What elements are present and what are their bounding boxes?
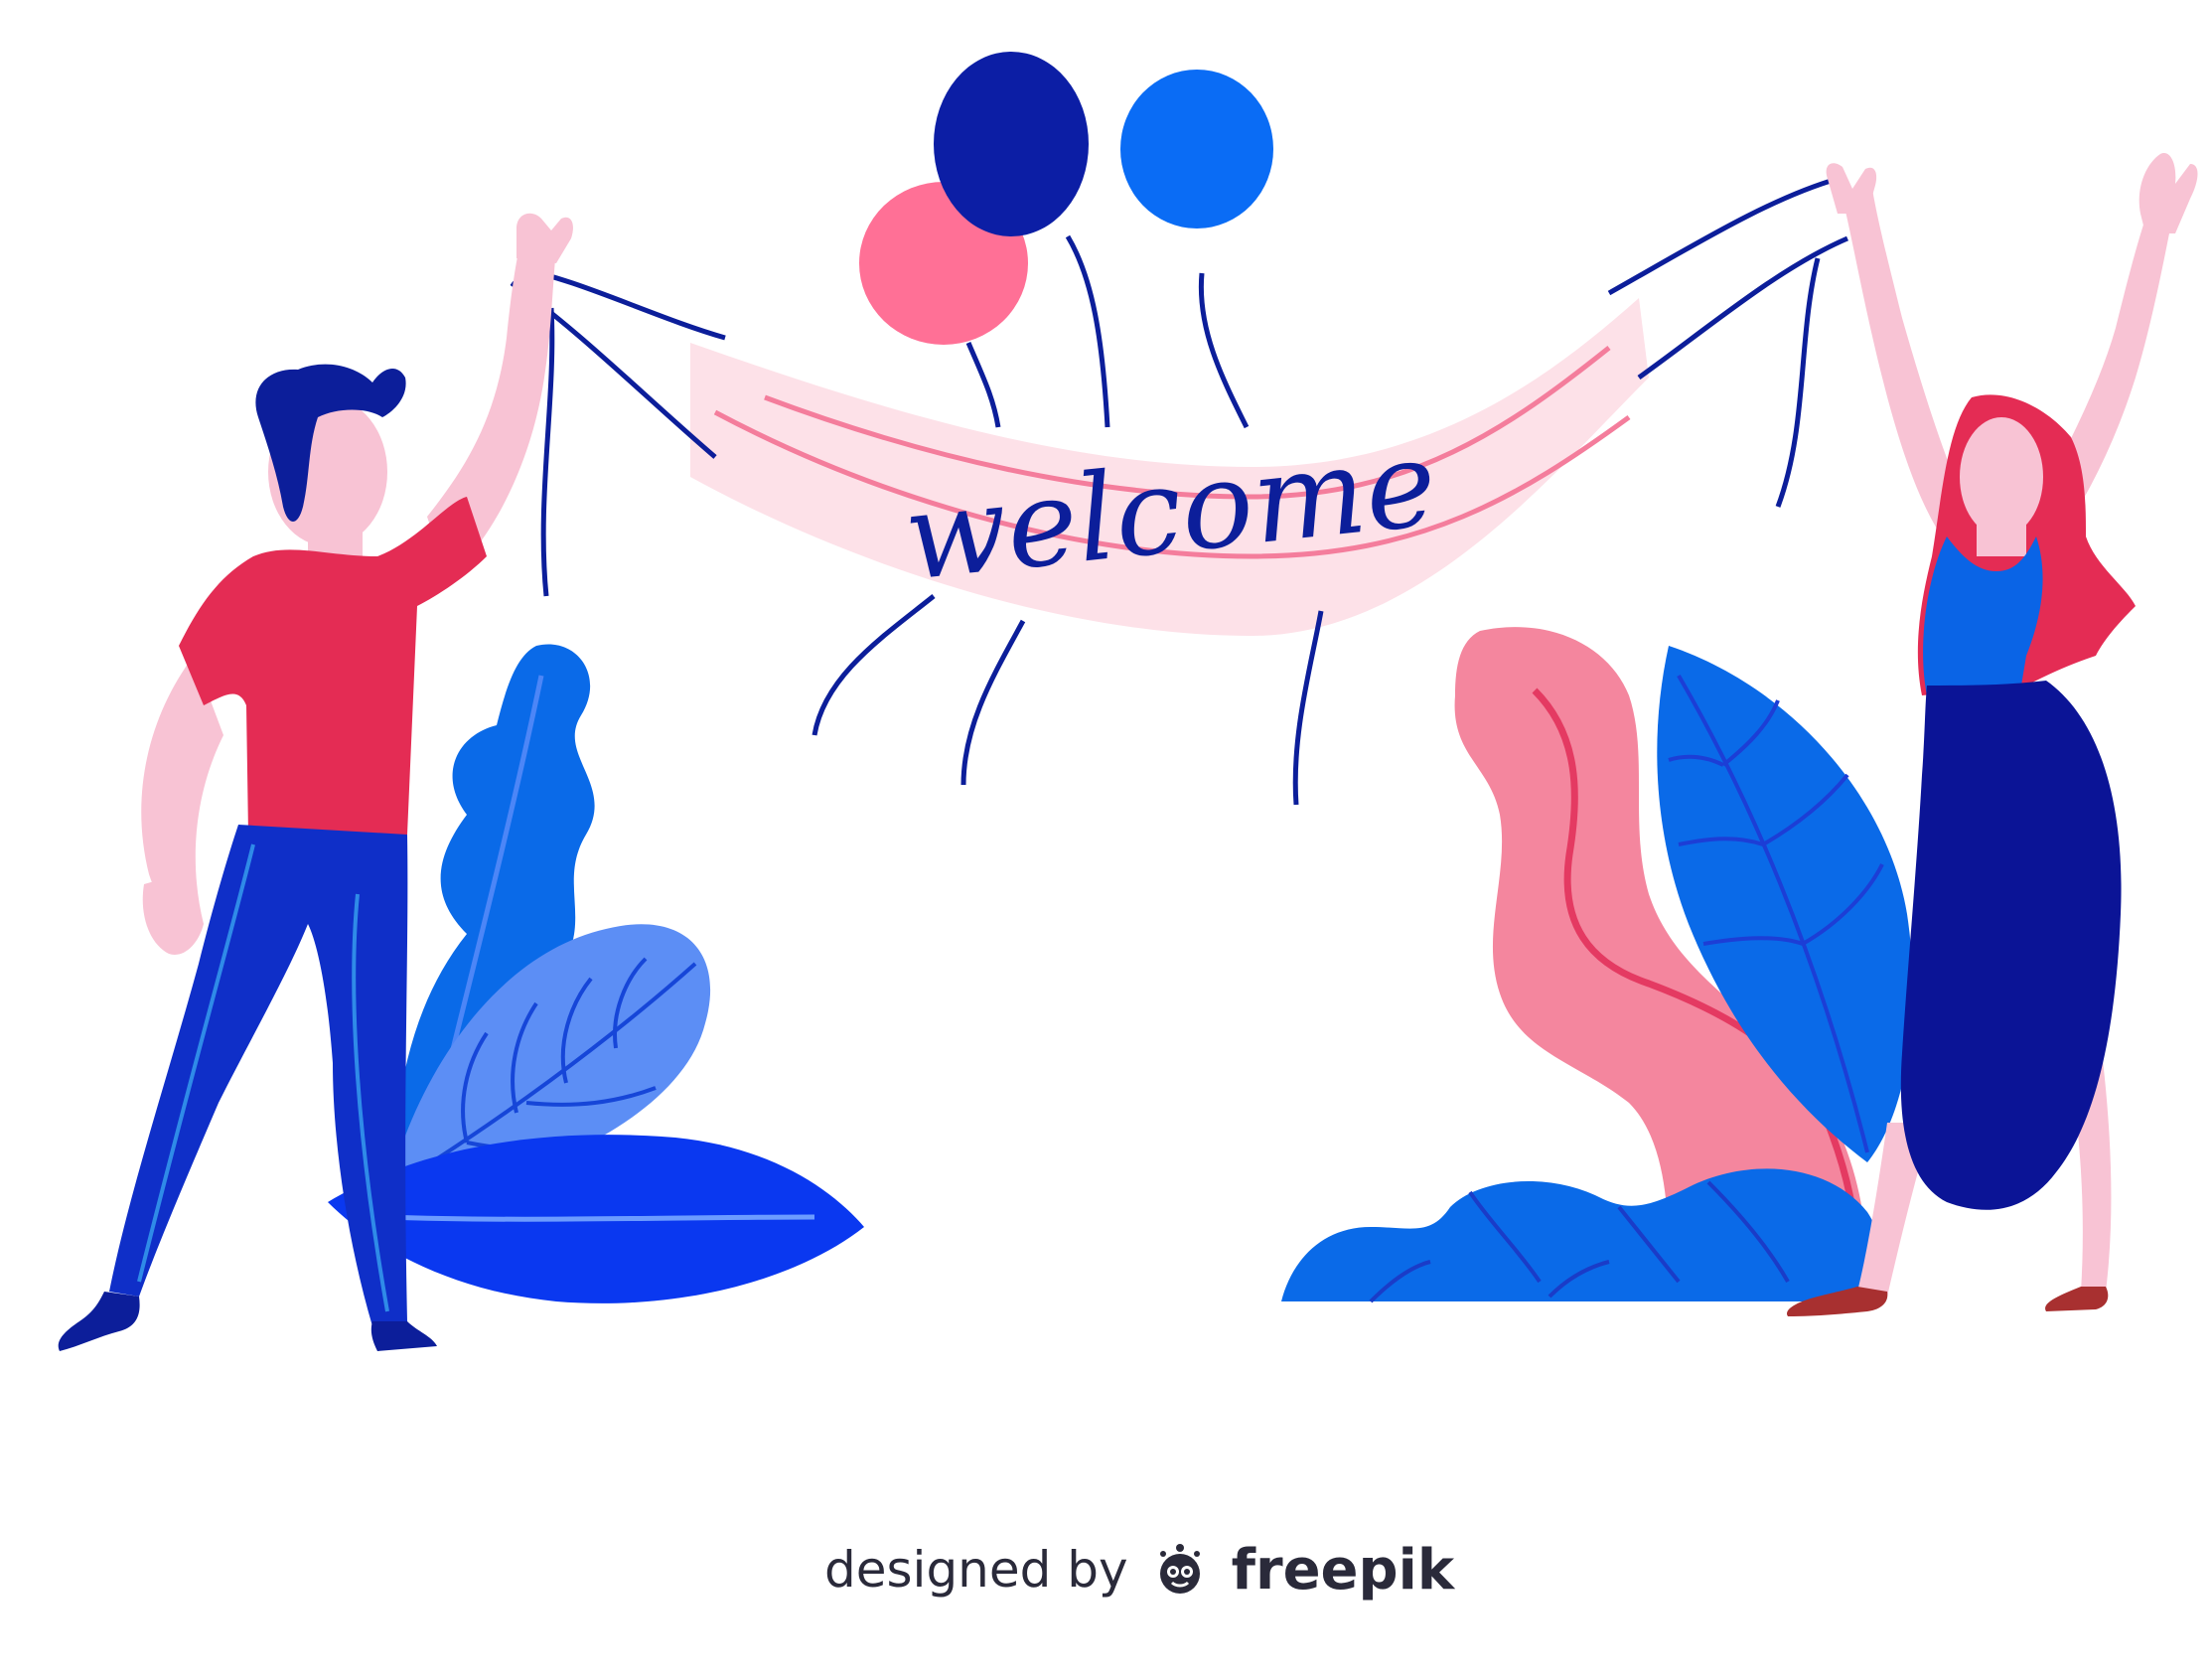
- woman-left-hand: [1826, 163, 1877, 214]
- left-royal-leaf-vein: [386, 1214, 815, 1222]
- credit-designed-by: designed by: [824, 1541, 1128, 1599]
- credit-brand: freepik: [1231, 1537, 1455, 1603]
- right-ground-leaf: [1281, 1168, 1885, 1301]
- right-plants: [1281, 627, 1913, 1303]
- woman-right-hand: [2138, 153, 2198, 233]
- woman-right-shoe: [2045, 1287, 2109, 1311]
- welcome-banner: welcome: [510, 176, 1848, 806]
- freepik-logo-icon: [1159, 1544, 1200, 1594]
- balloons: [859, 52, 1273, 429]
- man-raised-hand: [516, 213, 573, 263]
- man-left-shoe: [58, 1292, 140, 1351]
- woman-neck: [1977, 517, 2026, 556]
- man-right-shoe: [370, 1321, 437, 1351]
- welcome-illustration: welcome: [58, 52, 2198, 1351]
- blue-balloon: [1120, 70, 1273, 429]
- freepik-credit: designed by freepik: [824, 1530, 1454, 1609]
